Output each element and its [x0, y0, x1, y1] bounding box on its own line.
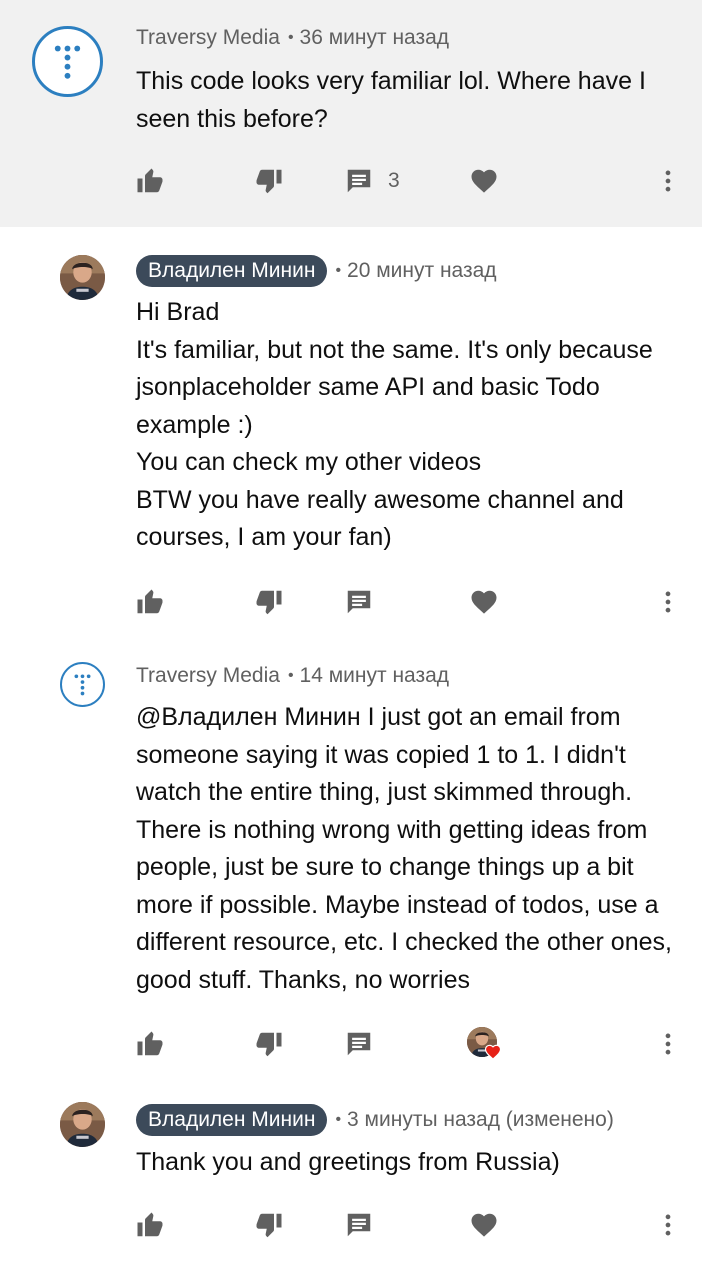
comment-meta: Traversy Media • 14 минут назад: [136, 658, 449, 694]
more-vert-icon: [655, 1210, 681, 1240]
author-badge[interactable]: Владилен Минин: [136, 1104, 328, 1136]
author-name[interactable]: Traversy Media: [136, 26, 280, 50]
like-icon: [135, 166, 165, 196]
separator-dot: •: [287, 29, 294, 46]
reply-icon: [344, 1029, 374, 1059]
creator-heart-badge: [467, 1027, 502, 1060]
like-icon: [135, 587, 165, 617]
comment-reply: Владилен Минин • 20 минут назад Hi Brad …: [0, 227, 702, 642]
heart-icon: [469, 587, 499, 617]
more-options-button[interactable]: [655, 582, 681, 622]
user-avatar[interactable]: [60, 1102, 105, 1147]
timestamp: 3 минуты назад (изменено): [347, 1108, 614, 1131]
dislike-button[interactable]: [254, 1205, 284, 1245]
dislike-button[interactable]: [254, 582, 284, 622]
comment-text: This code looks very familiar lol. Where…: [136, 67, 646, 133]
heart-icon: [469, 1210, 499, 1240]
comment-text: Thank you and greetings from Russia): [136, 1148, 560, 1176]
reply-count: 3: [388, 169, 400, 192]
comment-actions: [0, 1205, 702, 1245]
separator-dot: •: [335, 1111, 342, 1128]
separator-dot: •: [335, 262, 342, 279]
heart-button[interactable]: [469, 582, 499, 622]
reply-button[interactable]: [344, 582, 374, 622]
more-vert-icon: [655, 587, 681, 617]
dislike-icon: [254, 1210, 284, 1240]
like-button[interactable]: [135, 1205, 165, 1245]
like-icon: [135, 1029, 165, 1059]
comment-actions: [0, 582, 702, 622]
comment-highlighted: Traversy Media • 36 минут назад This cod…: [0, 0, 702, 227]
timestamp: 14 минут назад: [299, 664, 450, 687]
reply-icon: [344, 166, 374, 196]
reply-button[interactable]: [344, 1205, 374, 1245]
separator-dot: •: [287, 667, 294, 684]
more-options-button[interactable]: [655, 1024, 681, 1064]
timestamp: 20 минут назад: [347, 259, 497, 282]
comment-actions: [0, 1024, 702, 1064]
reply-icon: [344, 1210, 374, 1240]
more-options-button[interactable]: [655, 161, 681, 201]
timestamp: 36 минут назад: [299, 26, 450, 49]
more-vert-icon: [655, 1029, 681, 1059]
reply-button[interactable]: 3: [344, 161, 400, 201]
like-button[interactable]: [135, 582, 165, 622]
heart-button[interactable]: [469, 161, 499, 201]
heart-icon: [469, 166, 499, 196]
comment-meta: Traversy Media • 36 минут назад: [136, 20, 449, 56]
comment-reply: Traversy Media • 14 минут назад @Владиле…: [0, 642, 702, 1082]
comment-text: Hi Brad It's familiar, but not the same.…: [136, 298, 653, 551]
more-vert-icon: [655, 166, 681, 196]
dislike-button[interactable]: [254, 161, 284, 201]
traversy-logo-icon[interactable]: [60, 662, 105, 707]
like-icon: [135, 1210, 165, 1240]
heart-icon: [484, 1044, 502, 1060]
comment-text: @Владилен Минин I just got an email from…: [136, 703, 672, 994]
more-options-button[interactable]: [655, 1205, 681, 1245]
user-avatar[interactable]: [60, 255, 105, 300]
author-name[interactable]: Traversy Media: [136, 664, 280, 688]
comment-actions: 3: [0, 161, 702, 201]
traversy-logo-icon[interactable]: [32, 26, 103, 97]
dislike-icon: [254, 166, 284, 196]
reply-button[interactable]: [344, 1024, 374, 1064]
dislike-button[interactable]: [254, 1024, 284, 1064]
like-button[interactable]: [135, 161, 165, 201]
author-badge[interactable]: Владилен Минин: [136, 255, 328, 287]
heart-button[interactable]: [469, 1205, 499, 1245]
comment-meta: Владилен Минин • 3 минуты назад (изменен…: [136, 1102, 614, 1138]
comment-meta: Владилен Минин • 20 минут назад: [136, 253, 497, 289]
like-button[interactable]: [135, 1024, 165, 1064]
reply-icon: [344, 587, 374, 617]
comment-reply: Владилен Минин • 3 минуты назад (изменен…: [0, 1082, 702, 1280]
dislike-icon: [254, 587, 284, 617]
dislike-icon: [254, 1029, 284, 1059]
